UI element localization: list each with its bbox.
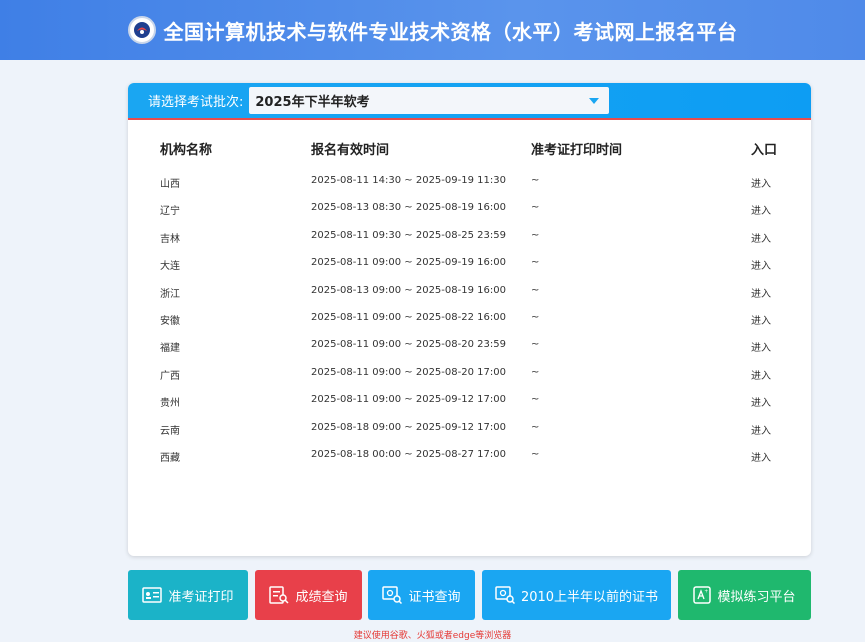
- print-time: ~: [531, 311, 540, 323]
- entry-link[interactable]: 进入: [751, 449, 771, 464]
- table-row: 云南 2025-08-18 09:00 ~ 2025-09-12 17:00 ~ 进入: [128, 422, 811, 449]
- org-name: 浙江: [160, 288, 180, 300]
- print-time: ~: [531, 257, 540, 269]
- admission-card-icon: [142, 587, 163, 603]
- certificate-search-icon: [382, 586, 403, 604]
- button-label: 准考证打印: [168, 589, 234, 605]
- entry-link[interactable]: 进入: [751, 394, 771, 409]
- header-reg-time: 报名有效时间: [311, 143, 390, 158]
- header-org: 机构名称: [160, 143, 213, 158]
- score-search-icon: [269, 586, 290, 604]
- print-time: ~: [531, 339, 540, 351]
- org-name: 广西: [160, 370, 180, 382]
- batch-label: 请选择考试批次:: [148, 95, 244, 110]
- print-time: ~: [531, 394, 540, 406]
- reg-time: 2025-08-11 09:00 ~ 2025-09-19 16:00: [311, 257, 506, 269]
- org-name: 安徽: [160, 315, 180, 327]
- table-row: 安徽 2025-08-11 09:00 ~ 2025-08-22 16:00 ~ 进入: [128, 312, 811, 339]
- admission-print-button[interactable]: 准考证打印: [128, 570, 248, 620]
- reg-time: 2025-08-11 14:30 ~ 2025-09-19 11:30: [311, 175, 506, 186]
- reg-time: 2025-08-11 09:00 ~ 2025-08-20 23:59: [311, 339, 506, 351]
- reg-time: 2025-08-11 09:00 ~ 2025-09-12 17:00: [311, 394, 506, 406]
- batch-selector-bar: 请选择考试批次: 2025年下半年软考: [128, 83, 811, 120]
- exam-list-card: 请选择考试批次: 2025年下半年软考 机构名称 报名有效时间 准考证打印时间 …: [128, 83, 811, 556]
- score-query-button[interactable]: 成绩查询: [255, 570, 362, 620]
- org-name: 贵州: [160, 398, 180, 410]
- table-row: 西藏 2025-08-18 00:00 ~ 2025-08-27 17:00 ~ 进入: [128, 449, 811, 476]
- table-body: 山西 2025-08-11 14:30 ~ 2025-09-19 11:30 ~ 进入…: [128, 175, 811, 476]
- svg-text:+: +: [705, 589, 709, 595]
- org-name: 吉林: [160, 233, 180, 245]
- entry-link[interactable]: 进入: [751, 175, 771, 190]
- table-row: 吉林 2025-08-11 09:30 ~ 2025-08-25 23:59 ~ 进入: [128, 230, 811, 257]
- print-time: ~: [531, 421, 540, 433]
- button-label: 成绩查询: [295, 589, 348, 605]
- table-row: 浙江 2025-08-13 09:00 ~ 2025-08-19 16:00 ~ 进入: [128, 285, 811, 312]
- batch-select[interactable]: 2025年下半年软考: [249, 87, 610, 114]
- org-name: 云南: [160, 425, 180, 437]
- button-label: 2010上半年以前的证书: [520, 589, 659, 605]
- reg-time: 2025-08-11 09:00 ~ 2025-08-22 16:00: [311, 311, 506, 323]
- entry-link[interactable]: 进入: [751, 367, 771, 382]
- org-name: 大连: [160, 261, 180, 273]
- reg-time: 2025-08-13 09:00 ~ 2025-08-19 16:00: [311, 284, 506, 296]
- page-title: 全国计算机技术与软件专业技术资格（水平）考试网上报名平台: [163, 19, 738, 44]
- table-row: 大连 2025-08-11 09:00 ~ 2025-09-19 16:00 ~ 进入: [128, 257, 811, 284]
- logo-icon: [127, 16, 156, 44]
- button-label: 证书查询: [408, 589, 461, 605]
- table-row: 山西 2025-08-11 14:30 ~ 2025-09-19 11:30 ~ 进入: [128, 175, 811, 202]
- batch-select-value: 2025年下半年软考: [255, 95, 370, 110]
- print-time: ~: [531, 229, 540, 241]
- print-time: ~: [531, 366, 540, 378]
- header-print-time: 准考证打印时间: [531, 143, 623, 158]
- old-certificate-icon: [495, 586, 515, 604]
- table-row: 辽宁 2025-08-13 08:30 ~ 2025-08-19 16:00 ~ 进入: [128, 202, 811, 229]
- table-row: 广西 2025-08-11 09:00 ~ 2025-08-20 17:00 ~ 进入: [128, 367, 811, 394]
- entry-link[interactable]: 进入: [751, 312, 771, 327]
- print-time: ~: [531, 448, 540, 460]
- table-row: 贵州 2025-08-11 09:00 ~ 2025-09-12 17:00 ~ 进入: [128, 394, 811, 421]
- entry-link[interactable]: 进入: [751, 202, 771, 217]
- header-entry: 入口: [751, 143, 778, 158]
- table-row: 福建 2025-08-11 09:00 ~ 2025-08-20 23:59 ~ 进入: [128, 339, 811, 366]
- reg-time: 2025-08-11 09:30 ~ 2025-08-25 23:59: [311, 229, 506, 241]
- org-name: 山西: [160, 179, 180, 190]
- print-time: ~: [531, 284, 540, 296]
- reg-time: 2025-08-13 08:30 ~ 2025-08-19 16:00: [311, 202, 506, 214]
- org-name: 福建: [160, 343, 180, 355]
- entry-link[interactable]: 进入: [751, 285, 771, 300]
- print-time: ~: [531, 202, 540, 214]
- button-label: 模拟练习平台: [717, 589, 796, 605]
- entry-link[interactable]: 进入: [751, 230, 771, 245]
- reg-time: 2025-08-18 09:00 ~ 2025-09-12 17:00: [311, 421, 506, 433]
- reg-time: 2025-08-18 00:00 ~ 2025-08-27 17:00: [311, 448, 506, 460]
- entry-link[interactable]: 进入: [751, 422, 771, 437]
- header-bar: 全国计算机技术与软件专业技术资格（水平）考试网上报名平台: [0, 0, 865, 60]
- certificate-query-button[interactable]: 证书查询: [368, 570, 475, 620]
- practice-icon: +: [693, 586, 712, 604]
- print-time: ~: [531, 175, 540, 186]
- org-name: 西藏: [160, 452, 180, 464]
- reg-time: 2025-08-11 09:00 ~ 2025-08-20 17:00: [311, 366, 506, 378]
- browser-note: 建议使用谷歌、火狐或者edge等浏览器: [353, 631, 512, 641]
- table-header: 机构名称 报名有效时间 准考证打印时间 入口: [128, 139, 811, 159]
- entry-link[interactable]: 进入: [751, 257, 771, 272]
- action-buttons: 准考证打印 成绩查询 证书查询 2010上半年以前的证书 + 模拟练习平台: [128, 570, 811, 620]
- chevron-down-icon: [589, 97, 600, 104]
- entry-link[interactable]: 进入: [751, 339, 771, 354]
- org-name: 辽宁: [160, 206, 180, 218]
- practice-platform-button[interactable]: + 模拟练习平台: [678, 570, 811, 620]
- old-certificate-button[interactable]: 2010上半年以前的证书: [482, 570, 671, 620]
